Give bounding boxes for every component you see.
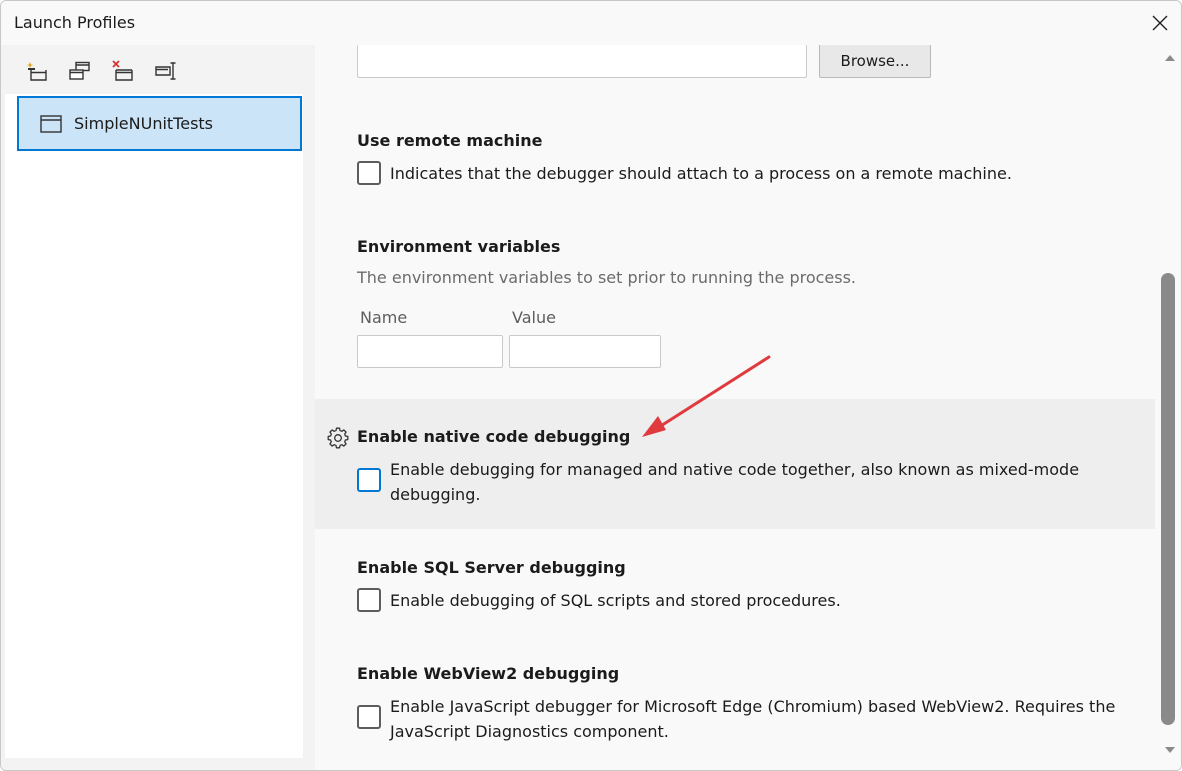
native-debugging-desc: Enable debugging for managed and native … — [390, 460, 1080, 504]
executable-path-input[interactable] — [357, 45, 807, 78]
profile-label: SimpleNUnitTests — [74, 114, 214, 133]
rename-profile-button[interactable] — [154, 59, 178, 83]
close-button[interactable] — [1137, 1, 1181, 45]
launch-profiles-dialog: Launch Profiles SimpleNUnitTests Browse.… — [0, 0, 1182, 771]
webview2-debugging-desc: Enable JavaScript debugger for Microsoft… — [390, 697, 1116, 741]
env-value-label: Value — [512, 308, 556, 327]
env-value-input[interactable] — [509, 335, 661, 368]
close-icon — [1152, 15, 1168, 31]
sql-debugging-checkbox[interactable] — [357, 588, 381, 612]
remote-machine-checkbox[interactable] — [357, 161, 381, 185]
environment-variables-title: Environment variables — [357, 237, 561, 256]
window-icon — [40, 114, 62, 133]
rename-profile-icon — [155, 62, 176, 80]
webview2-debugging-checkbox[interactable] — [357, 705, 381, 729]
sql-debugging-title: Enable SQL Server debugging — [357, 558, 626, 577]
window-title: Launch Profiles — [14, 13, 136, 32]
webview2-debugging-title: Enable WebView2 debugging — [357, 664, 620, 683]
vertical-scrollbar[interactable] — [1159, 45, 1181, 770]
delete-profile-button[interactable] — [111, 59, 135, 83]
sql-debugging-desc: Enable debugging of SQL scripts and stor… — [390, 591, 841, 610]
remote-machine-title: Use remote machine — [357, 131, 543, 150]
duplicate-profile-button[interactable] — [68, 59, 92, 83]
gear-icon[interactable] — [327, 427, 349, 449]
remote-machine-desc: Indicates that the debugger should attac… — [390, 164, 1012, 183]
profiles-toolbar — [25, 59, 197, 83]
new-profile-button[interactable] — [25, 59, 49, 83]
env-name-input[interactable] — [357, 335, 503, 368]
env-name-label: Name — [360, 308, 408, 327]
browse-button[interactable]: Browse... — [819, 45, 931, 78]
scroll-up-icon[interactable] — [1163, 53, 1177, 63]
profile-settings-pane: Browse... Use remote machine Indicates t… — [315, 45, 1159, 770]
delete-profile-icon — [112, 60, 133, 81]
scroll-down-icon[interactable] — [1163, 745, 1177, 755]
profile-list: SimpleNUnitTests — [5, 94, 303, 758]
native-debugging-checkbox[interactable] — [357, 468, 381, 492]
native-debugging-title: Enable native code debugging — [357, 427, 631, 446]
environment-variables-desc: The environment variables to set prior t… — [357, 268, 857, 287]
profile-item-simplenunittests[interactable]: SimpleNUnitTests — [17, 96, 302, 151]
profiles-sidebar: SimpleNUnitTests — [1, 45, 315, 770]
new-profile-icon — [26, 62, 47, 81]
title-bar: Launch Profiles — [1, 1, 1181, 45]
duplicate-profile-icon — [69, 61, 90, 80]
scrollbar-thumb[interactable] — [1161, 273, 1175, 725]
